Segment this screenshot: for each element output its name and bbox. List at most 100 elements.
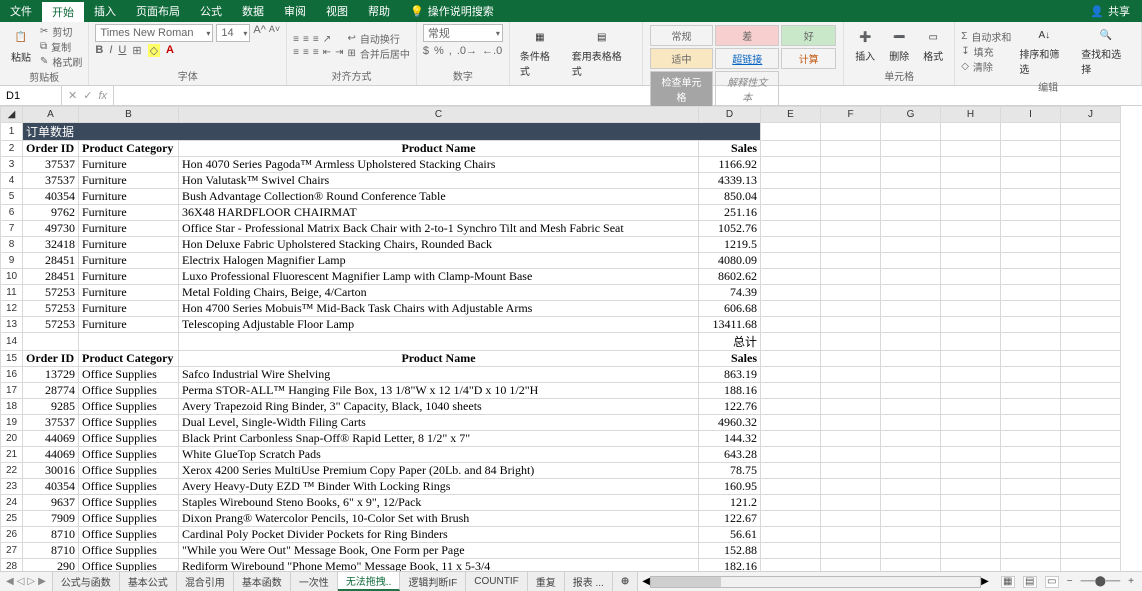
cell[interactable]: 8602.62 [699,268,761,284]
cell[interactable] [1061,172,1121,188]
cell[interactable] [881,316,941,332]
cell[interactable] [941,542,1001,558]
cell[interactable] [881,172,941,188]
cell[interactable]: Furniture [79,156,179,172]
tab-home[interactable]: 开始 [42,2,84,22]
cell[interactable] [821,366,881,382]
cell[interactable] [821,430,881,446]
cell[interactable] [821,558,881,571]
cell[interactable]: 40354 [23,478,79,494]
cell[interactable]: Product Name [179,350,699,366]
cell[interactable]: 1219.5 [699,236,761,252]
cell[interactable]: Furniture [79,204,179,220]
cell[interactable] [179,332,699,350]
sheet-tab[interactable]: 一次性 [291,572,338,591]
cell[interactable]: Avery Trapezoid Ring Binder, 3" Capacity… [179,398,699,414]
italic-button[interactable]: I [109,44,112,57]
cell[interactable]: 1166.92 [699,156,761,172]
cell[interactable] [1061,252,1121,268]
cell[interactable]: Office Supplies [79,446,179,462]
cell[interactable] [1001,414,1061,430]
cell[interactable] [821,300,881,316]
cell[interactable] [1001,382,1061,398]
indent-inc[interactable]: ⇥ [335,47,343,58]
cell[interactable]: Luxo Professional Fluorescent Magnifier … [179,268,699,284]
sheet-tab[interactable]: 报表 ... [565,572,613,591]
cell[interactable]: 863.19 [699,366,761,382]
col-header[interactable]: I [1001,107,1061,123]
row-header[interactable]: 23 [1,478,23,494]
row-header[interactable]: 14 [1,332,23,350]
cell[interactable] [1061,414,1121,430]
cell[interactable] [821,542,881,558]
cell[interactable]: Product Category [79,140,179,156]
sheet-tab[interactable]: 逻辑判断IF [400,572,466,591]
border-button[interactable]: ⊞ [132,44,141,57]
cell[interactable]: 188.16 [699,382,761,398]
cell[interactable]: 36X48 HARDFLOOR CHAIRMAT [179,204,699,220]
cell[interactable] [761,188,821,204]
cell[interactable] [1001,350,1061,366]
row-header[interactable]: 24 [1,494,23,510]
row-header[interactable]: 25 [1,510,23,526]
style-link[interactable]: 超链接 [715,48,779,69]
cell[interactable]: Furniture [79,220,179,236]
cell[interactable] [821,188,881,204]
cell[interactable] [761,414,821,430]
cell[interactable] [1061,478,1121,494]
cell[interactable] [761,350,821,366]
cell[interactable]: 182.16 [699,558,761,571]
cell[interactable]: Perma STOR-ALL™ Hanging File Box, 13 1/8… [179,382,699,398]
cell[interactable]: Office Supplies [79,526,179,542]
cell[interactable] [1061,316,1121,332]
cell[interactable]: 56.61 [699,526,761,542]
cell[interactable] [1061,382,1121,398]
cell[interactable] [1061,366,1121,382]
cell[interactable]: 8710 [23,526,79,542]
autosum-button[interactable]: Σ自动求和 [961,29,1011,43]
cell[interactable] [821,284,881,300]
cell[interactable]: 152.88 [699,542,761,558]
cell[interactable] [761,446,821,462]
cell[interactable]: 9762 [23,204,79,220]
tab-help[interactable]: 帮助 [358,0,400,22]
cell[interactable] [1001,156,1061,172]
row-header[interactable]: 1 [1,122,23,140]
cell[interactable]: 9637 [23,494,79,510]
row-header[interactable]: 21 [1,446,23,462]
cell[interactable] [941,284,1001,300]
cell[interactable] [821,332,881,350]
cell[interactable] [1001,526,1061,542]
cell[interactable] [941,332,1001,350]
cell[interactable]: 121.2 [699,494,761,510]
cell[interactable] [1001,268,1061,284]
col-header[interactable]: E [761,107,821,123]
cell[interactable] [941,478,1001,494]
cell[interactable]: Dual Level, Single-Width Filing Carts [179,414,699,430]
cell[interactable]: Avery Heavy-Duty EZD ™ Binder With Locki… [179,478,699,494]
cell[interactable]: Office Supplies [79,462,179,478]
cell[interactable]: Furniture [79,252,179,268]
cell[interactable]: "While you Were Out" Message Book, One F… [179,542,699,558]
cell[interactable] [881,300,941,316]
cell[interactable] [761,268,821,284]
cell[interactable] [821,236,881,252]
format-button[interactable]: ▭格式 [918,26,948,65]
cell[interactable]: Office Star - Professional Matrix Back C… [179,220,699,236]
cell[interactable] [1061,268,1121,284]
cell[interactable] [881,366,941,382]
cell[interactable] [1061,398,1121,414]
cell[interactable] [941,558,1001,571]
cell[interactable] [881,284,941,300]
cell[interactable]: Furniture [79,316,179,332]
cell[interactable] [881,414,941,430]
cell[interactable]: 37537 [23,414,79,430]
cell[interactable] [821,446,881,462]
fill-color-button[interactable]: ◇ [148,44,160,57]
col-header[interactable]: D [699,107,761,123]
row-header[interactable]: 11 [1,284,23,300]
cell[interactable]: 606.68 [699,300,761,316]
cell[interactable]: Staples Wirebound Steno Books, 6" x 9", … [179,494,699,510]
cell[interactable] [941,252,1001,268]
cell[interactable] [1001,398,1061,414]
